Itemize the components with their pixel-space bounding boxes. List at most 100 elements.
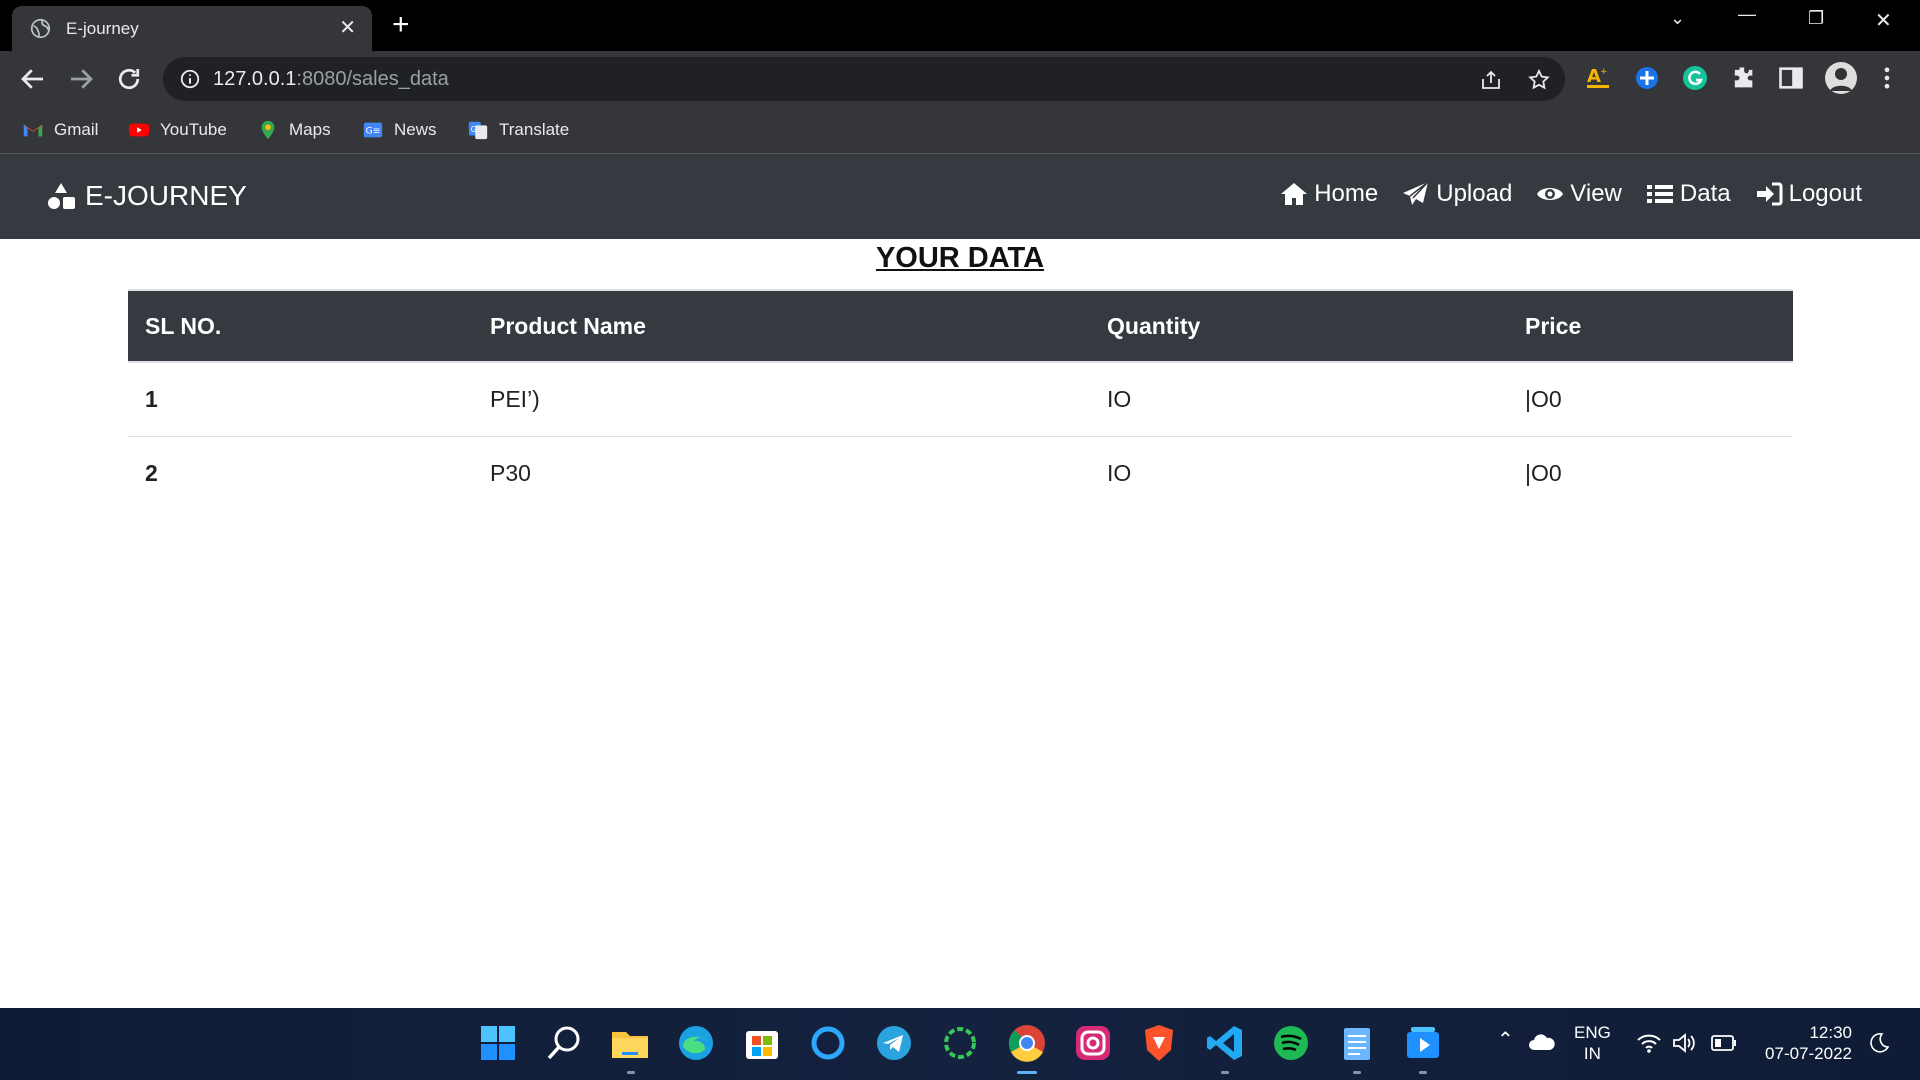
- table-row: 1 PEI’) IO |O0: [128, 362, 1793, 437]
- address-bar[interactable]: 127.0.0.1:8080/sales_data: [163, 57, 1565, 101]
- youtube-icon: [128, 123, 150, 137]
- wifi-icon[interactable]: [1636, 1032, 1662, 1054]
- shapes-logo-icon: [48, 183, 75, 209]
- forward-arrow-icon[interactable]: [66, 64, 96, 94]
- microsoft-store-icon[interactable]: [741, 1022, 783, 1064]
- browser-toolbar: 127.0.0.1:8080/sales_data A +: [0, 51, 1920, 108]
- restore-icon[interactable]: ❐: [1808, 8, 1824, 29]
- cell-product-name: PEI’): [473, 362, 1090, 437]
- bookmark-star-icon[interactable]: [1527, 68, 1551, 92]
- gmail-icon: [23, 124, 43, 137]
- tab-search-chevron-icon[interactable]: ⌄: [1670, 8, 1685, 29]
- windows-taskbar: ⌃ ENG IN 12:30 07-07-2022: [0, 1008, 1920, 1080]
- cell-sl-no: 2: [145, 459, 158, 486]
- language-indicator[interactable]: ENG IN: [1574, 1022, 1611, 1064]
- cell-sl-no: 1: [128, 362, 473, 437]
- browser-tabstrip: E-journey ✕ + ⌄ — ❐ ✕: [0, 0, 1920, 51]
- running-indicator: [627, 1071, 635, 1074]
- cortana-icon[interactable]: [807, 1022, 849, 1064]
- loading-ring-app-icon[interactable]: [939, 1022, 981, 1064]
- site-info-icon[interactable]: [179, 68, 201, 90]
- bookmark-label: Maps: [289, 120, 331, 139]
- windows-start-icon[interactable]: [477, 1022, 519, 1064]
- bookmark-translate[interactable]: G Translate: [467, 117, 569, 143]
- brand-logo[interactable]: E-JOURNEY: [45, 180, 247, 212]
- spotify-icon[interactable]: [1270, 1022, 1312, 1064]
- table-header: SL NO. Product Name Quantity Price: [128, 289, 1793, 363]
- share-icon[interactable]: [1479, 68, 1503, 92]
- active-app-indicator: [1017, 1071, 1037, 1074]
- site-navbar: E-JOURNEY Home Upload View Data Logout: [0, 154, 1920, 239]
- profile-avatar[interactable]: [1824, 61, 1858, 95]
- reload-icon[interactable]: [114, 64, 144, 94]
- cell-product-name: P30: [490, 459, 531, 486]
- nav-label: Upload: [1436, 180, 1513, 207]
- new-tab-button[interactable]: +: [392, 10, 410, 40]
- scout-extension-icon[interactable]: A +: [1585, 64, 1613, 92]
- battery-icon[interactable]: [1711, 1034, 1737, 1052]
- url-host: 127.0.0.1: [213, 68, 297, 90]
- bookmark-youtube[interactable]: YouTube: [128, 117, 227, 143]
- telegram-icon[interactable]: [873, 1022, 915, 1064]
- onedrive-cloud-icon[interactable]: [1528, 1030, 1556, 1054]
- region-code: IN: [1583, 1044, 1601, 1063]
- nav-links: Home Upload View Data Logout: [1280, 180, 1862, 208]
- brand-name: E-JOURNEY: [85, 180, 247, 211]
- bookmark-label: News: [394, 120, 437, 139]
- url-path: :8080/sales_data: [296, 68, 449, 90]
- header-price: Price: [1508, 289, 1793, 363]
- nav-label: View: [1570, 180, 1622, 207]
- nav-label: Data: [1679, 180, 1731, 207]
- kebab-menu-icon[interactable]: [1873, 64, 1901, 92]
- window-close-icon[interactable]: ✕: [1875, 8, 1892, 33]
- search-icon[interactable]: [543, 1022, 585, 1064]
- language-code: ENG: [1574, 1023, 1611, 1042]
- svg-text:G≡: G≡: [366, 126, 381, 137]
- home-icon: [1281, 183, 1308, 205]
- nav-home[interactable]: Home: [1280, 180, 1378, 208]
- bookmark-news[interactable]: G≡ News: [362, 117, 437, 143]
- notepad-icon[interactable]: [1336, 1022, 1378, 1064]
- volume-icon[interactable]: [1672, 1032, 1698, 1054]
- table-body: 1 PEI’) IO |O0 2 P30 IO |O0: [128, 362, 1793, 510]
- plus-extension-icon[interactable]: [1633, 64, 1661, 92]
- header-product-name: Product Name: [473, 289, 1090, 363]
- media-player-icon[interactable]: [1402, 1022, 1444, 1064]
- svg-text:A: A: [1587, 66, 1601, 87]
- bookmark-maps[interactable]: Maps: [257, 117, 331, 143]
- nav-upload[interactable]: Upload: [1402, 180, 1512, 208]
- focus-moon-icon[interactable]: [1868, 1032, 1890, 1054]
- svg-text:+: +: [1600, 67, 1608, 77]
- side-panel-icon[interactable]: [1777, 64, 1805, 92]
- puzzle-extensions-icon[interactable]: [1729, 64, 1757, 92]
- tray-overflow-chevron-icon[interactable]: ⌃: [1497, 1030, 1514, 1051]
- running-indicator: [1353, 1071, 1361, 1074]
- instagram-icon[interactable]: [1072, 1022, 1114, 1064]
- clock[interactable]: 12:30 07-07-2022: [1752, 1022, 1852, 1064]
- running-indicator: [1221, 1071, 1229, 1074]
- cell-price: |O0: [1525, 459, 1562, 486]
- edge-browser-icon[interactable]: [675, 1022, 717, 1064]
- sales-data-table: SL NO. Product Name Quantity Price 1 PEI…: [128, 289, 1793, 510]
- clock-date: 07-07-2022: [1765, 1044, 1852, 1063]
- news-icon: G≡: [363, 122, 383, 138]
- brave-icon[interactable]: [1138, 1022, 1180, 1064]
- back-arrow-icon[interactable]: [18, 64, 48, 94]
- running-indicator: [1419, 1071, 1427, 1074]
- bookmark-gmail[interactable]: Gmail: [22, 117, 98, 143]
- list-icon: [1646, 185, 1673, 203]
- file-explorer-icon[interactable]: [609, 1022, 651, 1064]
- nav-label: Logout: [1788, 180, 1862, 207]
- sign-in-arrow-icon: [1756, 182, 1783, 206]
- nav-logout[interactable]: Logout: [1755, 180, 1862, 208]
- grammarly-icon[interactable]: [1681, 64, 1709, 92]
- bookmark-label: Gmail: [54, 120, 99, 139]
- nav-data[interactable]: Data: [1646, 180, 1731, 208]
- tab-close-icon[interactable]: ✕: [339, 16, 356, 40]
- minimize-icon[interactable]: —: [1738, 4, 1756, 25]
- vscode-icon[interactable]: [1204, 1022, 1246, 1064]
- nav-view[interactable]: View: [1536, 180, 1622, 208]
- chrome-icon[interactable]: [1006, 1022, 1048, 1064]
- browser-tab[interactable]: E-journey ✕: [12, 6, 372, 51]
- header-sl-no: SL NO.: [128, 289, 473, 363]
